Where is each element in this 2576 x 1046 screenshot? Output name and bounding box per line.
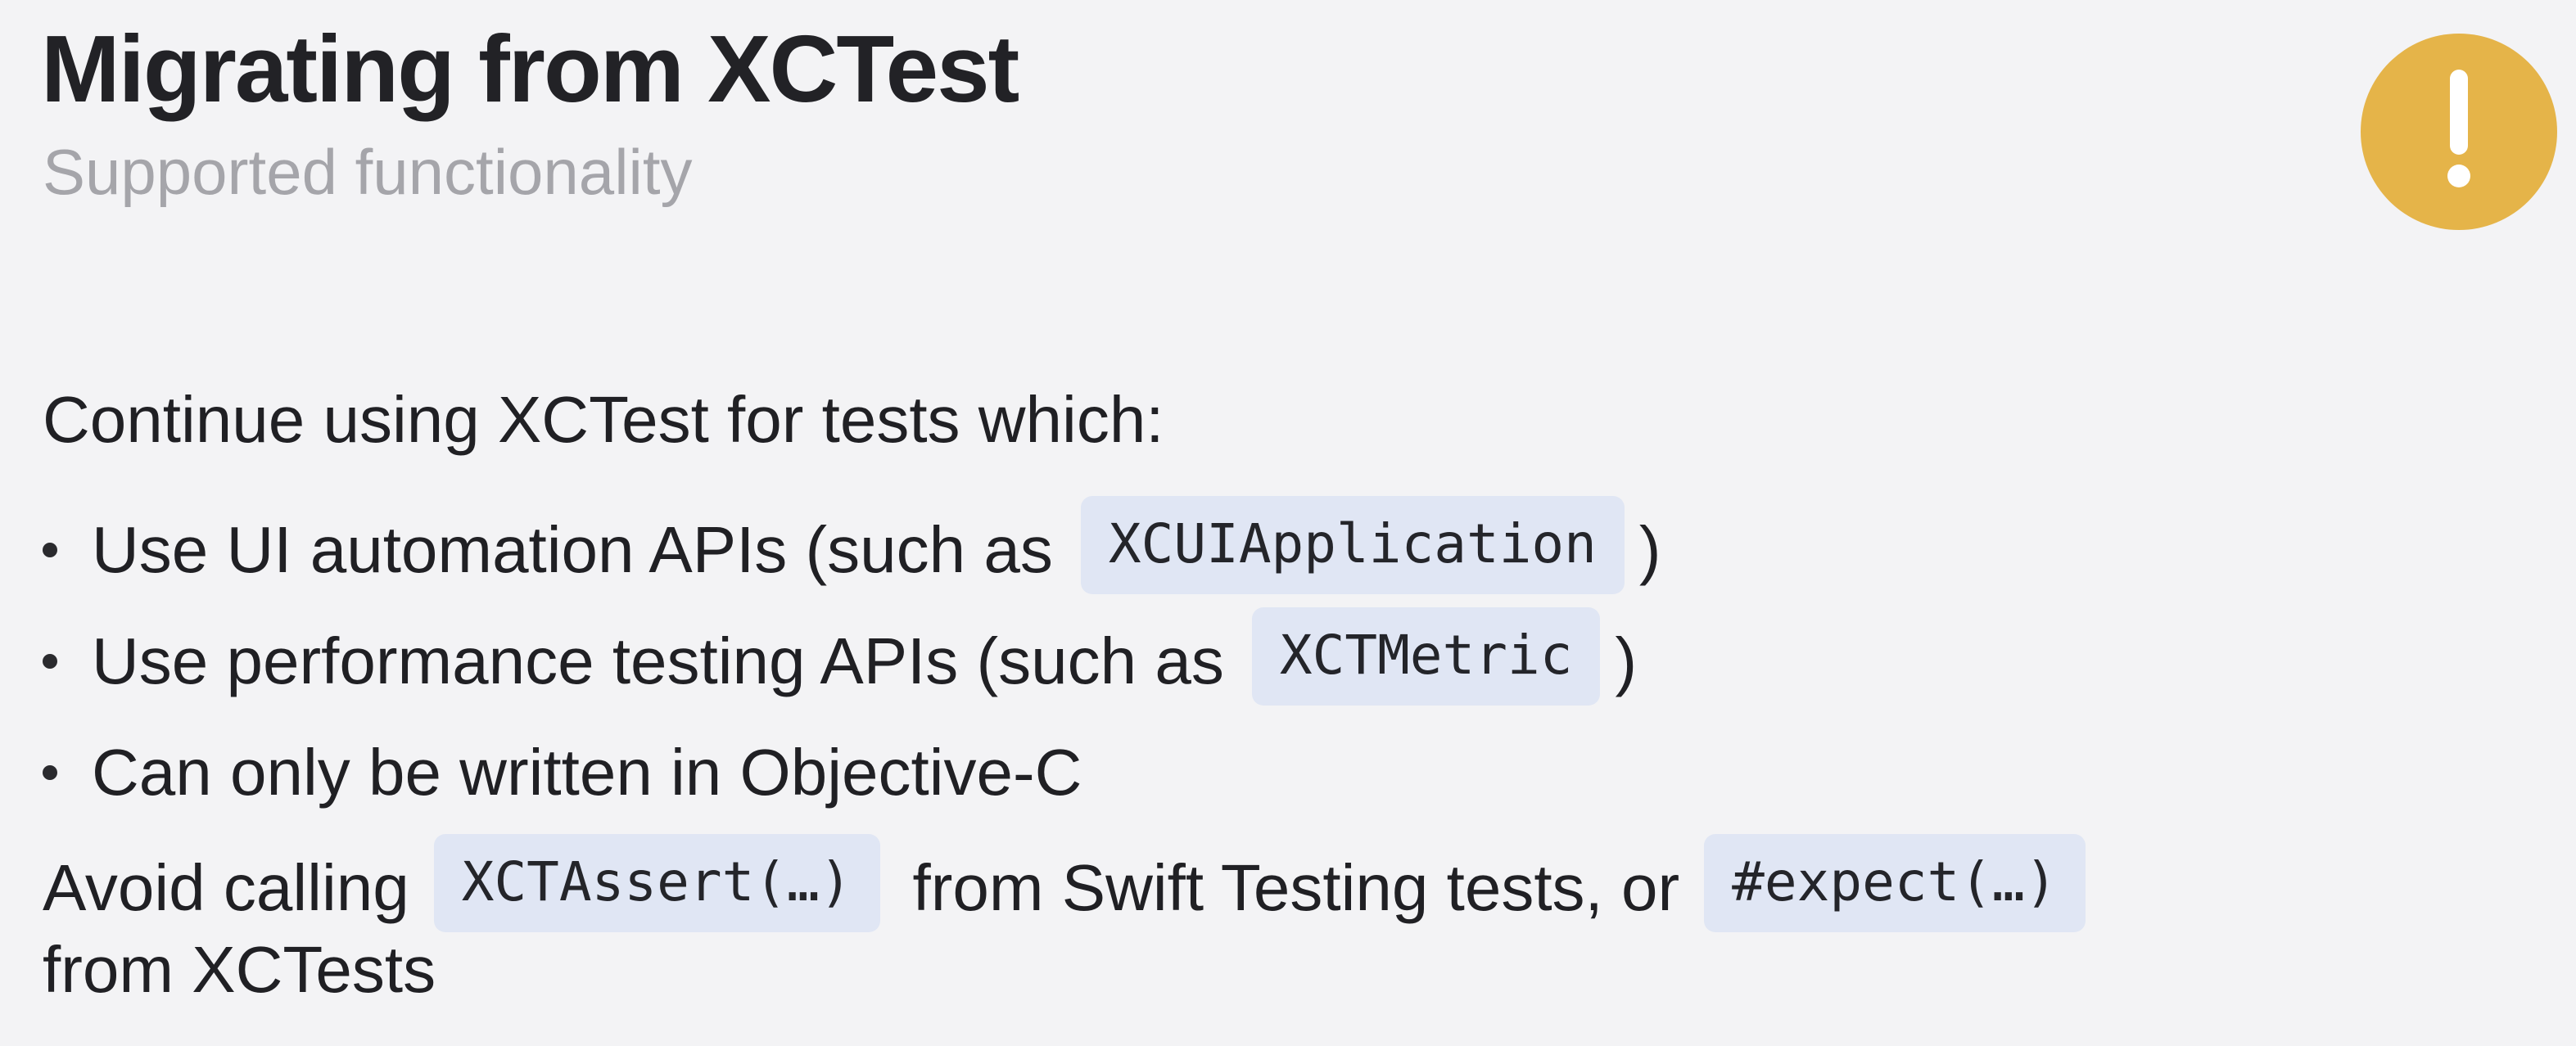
code-snippet: #expect(…) [1704, 834, 2086, 932]
page-title: Migrating from XCTest [41, 16, 1019, 122]
bullet-suffix: ) [1615, 624, 1638, 698]
code-snippet: XCTAssert(…) [433, 834, 880, 932]
avoid-paragraph: Avoid calling XCTAssert(…) from Swift Te… [43, 834, 2335, 1011]
bullet-text: Can only be written in Objective-C [92, 736, 1082, 809]
bullet-text: Use performance testing APIs (such as [92, 624, 1224, 698]
code-snippet: XCUIApplication [1080, 496, 1625, 594]
bullet-dot [43, 543, 57, 557]
list-item: Use performance testing APIs (such as XC… [43, 606, 1661, 717]
exclamation-icon [2361, 34, 2557, 230]
avoid-prefix: Avoid calling [43, 851, 409, 925]
code-snippet: XCTMetric [1251, 607, 1601, 706]
bullet-suffix: ) [1638, 513, 1661, 587]
bullet-list: Use UI automation APIs (such as XCUIAppl… [43, 494, 1661, 828]
slide: Migrating from XCTest Supported function… [0, 0, 2576, 1046]
avoid-line-1: Avoid calling XCTAssert(…) from Swift Te… [43, 834, 2335, 932]
bullet-dot [43, 765, 57, 780]
intro-text: Continue using XCTest for tests which: [43, 383, 1164, 456]
page-subtitle: Supported functionality [43, 136, 693, 208]
list-item: Can only be written in Objective-C [43, 717, 1661, 828]
avoid-line-2: from XCTests [43, 929, 2335, 1011]
avoid-suffix: from XCTests [43, 933, 436, 1007]
bullet-text: Use UI automation APIs (such as [92, 513, 1053, 587]
avoid-middle: from Swift Testing tests, or [912, 851, 1680, 925]
list-item: Use UI automation APIs (such as XCUIAppl… [43, 494, 1661, 606]
bullet-dot [43, 654, 57, 669]
